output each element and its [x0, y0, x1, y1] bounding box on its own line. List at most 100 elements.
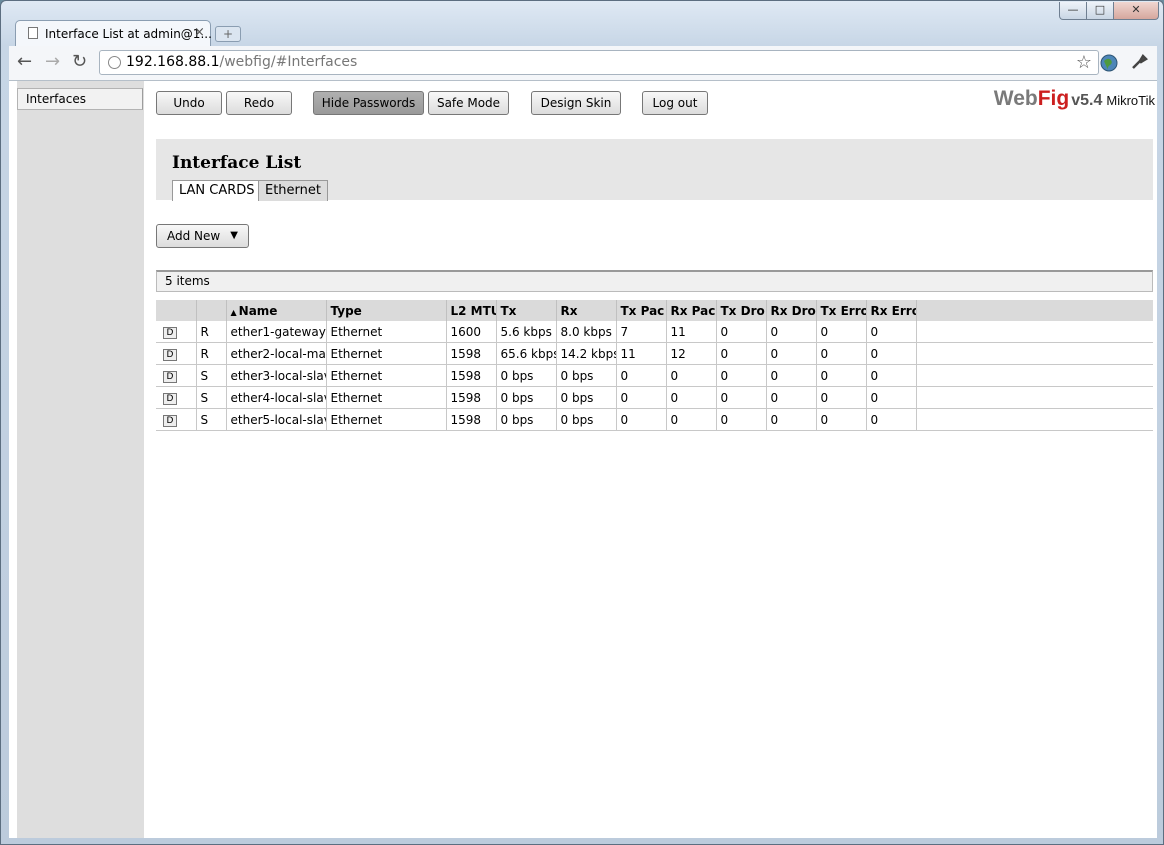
row-tx-drops: 0 — [716, 364, 767, 387]
col-header-l2mtu[interactable]: L2 MTU — [446, 300, 497, 321]
row-type: Ethernet — [326, 321, 447, 343]
page-menu-icon[interactable] — [1099, 53, 1119, 78]
col-header-rx[interactable]: Rx — [556, 300, 617, 321]
disable-button[interactable]: D — [163, 371, 177, 383]
globe-icon — [108, 56, 121, 69]
tab-close-icon[interactable]: × — [194, 25, 205, 40]
row-name[interactable]: ether3-local-slav — [226, 364, 327, 387]
log-out-button[interactable]: Log out — [642, 91, 708, 115]
reload-icon[interactable]: ↻ — [72, 53, 87, 71]
row-tx-drops: 0 — [716, 386, 767, 409]
row-filler — [916, 321, 1153, 343]
page-title: Interface List — [172, 153, 302, 173]
row-rx-packets: 11 — [666, 321, 717, 343]
url-path: /webfig/#Interfaces — [219, 54, 358, 70]
col-header-name[interactable]: ▲ Name — [226, 300, 327, 321]
row-btn-cell: D — [156, 342, 197, 365]
disable-button[interactable]: D — [163, 415, 177, 427]
row-name[interactable]: ether4-local-slav — [226, 386, 327, 409]
address-bar[interactable]: 192.168.88.1/webfig/#Interfaces ☆ — [99, 50, 1099, 75]
tab-lan-cards[interactable]: LAN CARDS — [172, 180, 262, 201]
row-rx-errors: 0 — [866, 321, 917, 343]
row-rx: 0 bps — [556, 408, 617, 431]
row-l2mtu: 1598 — [446, 386, 497, 409]
interface-table: ▲ Name Type L2 MTU Tx Rx Tx Pac Rx Pac Tx… — [156, 300, 1153, 431]
disable-button[interactable]: D — [163, 393, 177, 405]
col-header-rx-packets[interactable]: Rx Pac — [666, 300, 717, 321]
table-row[interactable]: D S ether5-local-slav Ethernet 1598 0 bp… — [156, 408, 1153, 431]
window-controls: — □ ✕ — [1059, 2, 1159, 20]
row-rx-errors: 0 — [866, 342, 917, 365]
table-row[interactable]: D S ether4-local-slav Ethernet 1598 0 bp… — [156, 386, 1153, 409]
row-tx-packets: 0 — [616, 364, 667, 387]
maximize-icon[interactable]: □ — [1087, 2, 1114, 20]
logo-fig: Fig — [1037, 87, 1070, 110]
disable-button[interactable]: D — [163, 327, 177, 339]
col-header-type[interactable]: Type — [326, 300, 447, 321]
row-filler — [916, 364, 1153, 387]
dropdown-arrow-icon: ▼ — [230, 230, 238, 241]
row-rx-packets: 0 — [666, 408, 717, 431]
add-new-button[interactable]: Add New ▼ — [156, 224, 249, 248]
back-arrow-icon[interactable]: ← — [17, 53, 32, 71]
row-btn-cell: D — [156, 408, 197, 431]
row-rx-drops: 0 — [766, 342, 817, 365]
table-row[interactable]: D S ether3-local-slav Ethernet 1598 0 bp… — [156, 364, 1153, 387]
row-rx-errors: 0 — [866, 386, 917, 409]
wrench-icon[interactable] — [1130, 53, 1149, 76]
sidebar-item-interfaces[interactable]: Interfaces — [17, 88, 143, 110]
safe-mode-button[interactable]: Safe Mode — [428, 91, 509, 115]
row-tx: 0 bps — [496, 408, 557, 431]
table-row[interactable]: D R ether1-gateway Ethernet 1600 5.6 kbp… — [156, 321, 1153, 343]
disable-button[interactable]: D — [163, 349, 177, 361]
row-l2mtu: 1598 — [446, 364, 497, 387]
row-tx-errors: 0 — [816, 342, 867, 365]
row-filler — [916, 408, 1153, 431]
design-skin-button[interactable]: Design Skin — [531, 91, 621, 115]
logo-brand: MikroTik — [1106, 93, 1155, 108]
col-header-tx-packets[interactable]: Tx Pac — [616, 300, 667, 321]
row-filler — [916, 342, 1153, 365]
close-window-icon[interactable]: ✕ — [1114, 2, 1159, 20]
browser-window: — □ ✕ Interface List at admin@1... × + ←… — [0, 0, 1164, 845]
row-tx-errors: 0 — [816, 386, 867, 409]
undo-button[interactable]: Undo — [156, 91, 222, 115]
col-header-tx-drops[interactable]: Tx Dro — [716, 300, 767, 321]
col-header-filler — [916, 300, 1153, 321]
minimize-icon[interactable]: — — [1059, 2, 1087, 20]
row-rx-drops: 0 — [766, 364, 817, 387]
hide-passwords-button[interactable]: Hide Passwords — [313, 91, 424, 115]
row-type: Ethernet — [326, 342, 447, 365]
logo-version: v5.4 — [1071, 92, 1103, 109]
col-header-tx[interactable]: Tx — [496, 300, 557, 321]
row-rx: 8.0 kbps — [556, 321, 617, 343]
item-count-bar: 5 items — [156, 270, 1153, 292]
col-header-name-label: Name — [238, 303, 278, 318]
row-rx-drops: 0 — [766, 321, 817, 343]
row-tx-packets: 0 — [616, 386, 667, 409]
row-l2mtu: 1600 — [446, 321, 497, 343]
row-tx-drops: 0 — [716, 321, 767, 343]
row-tx-errors: 0 — [816, 321, 867, 343]
row-tx-packets: 11 — [616, 342, 667, 365]
browser-tab[interactable]: Interface List at admin@1... × — [15, 20, 212, 47]
col-header-btn — [156, 300, 197, 321]
row-type: Ethernet — [326, 386, 447, 409]
tab-ethernet[interactable]: Ethernet — [258, 180, 328, 201]
row-name[interactable]: ether1-gateway — [226, 321, 327, 343]
row-name[interactable]: ether2-local-mas — [226, 342, 327, 365]
row-name[interactable]: ether5-local-slav — [226, 408, 327, 431]
row-l2mtu: 1598 — [446, 408, 497, 431]
col-header-tx-errors[interactable]: Tx Erro — [816, 300, 867, 321]
item-count: 5 items — [165, 274, 210, 288]
forward-arrow-icon[interactable]: → — [45, 53, 60, 71]
table-row[interactable]: D R ether2-local-mas Ethernet 1598 65.6 … — [156, 342, 1153, 365]
sort-asc-icon: ▲ — [230, 307, 237, 317]
new-tab-button[interactable]: + — [215, 26, 241, 42]
col-header-rx-errors[interactable]: Rx Erro — [866, 300, 917, 321]
row-tx: 0 bps — [496, 386, 557, 409]
row-tx: 5.6 kbps — [496, 321, 557, 343]
col-header-rx-drops[interactable]: Rx Dro — [766, 300, 817, 321]
redo-button[interactable]: Redo — [226, 91, 292, 115]
bookmark-star-icon[interactable]: ☆ — [1076, 52, 1092, 73]
